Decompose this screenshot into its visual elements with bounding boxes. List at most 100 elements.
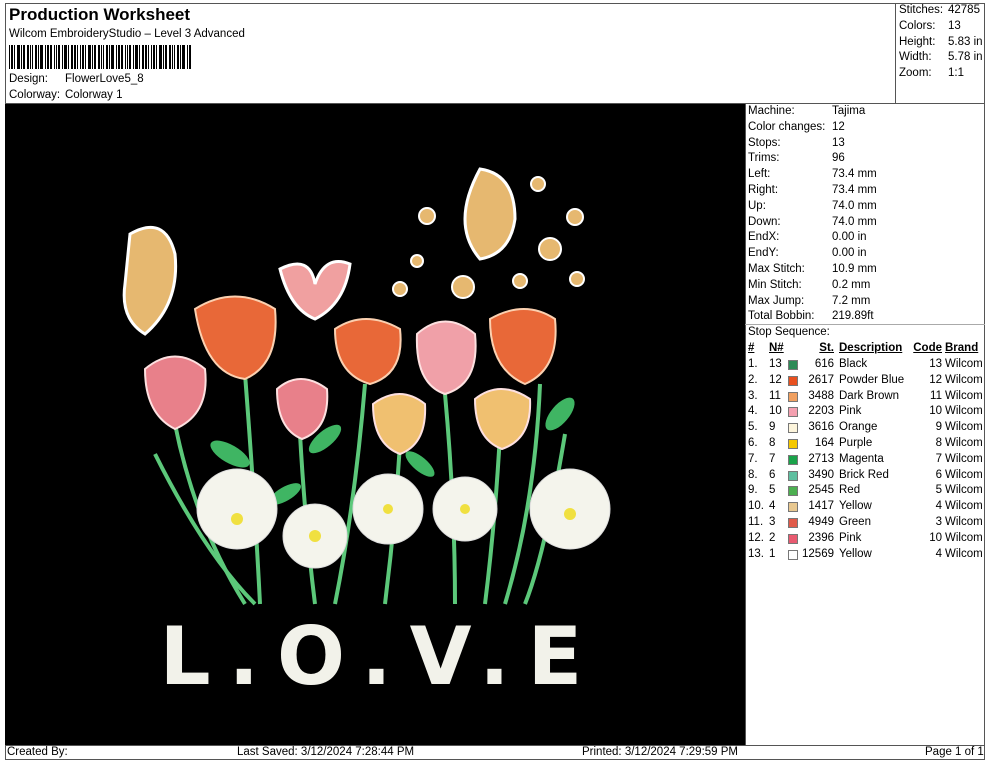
stop-row: 10. 4 1417 Yellow 4 Wilcom	[746, 500, 986, 516]
stop-row: 2. 12 2617 Powder Blue 12 Wilcom	[746, 374, 986, 390]
barcode-bar	[88, 45, 91, 69]
info-label: Down:	[748, 215, 781, 228]
color-swatch	[788, 533, 798, 544]
embroidery-artwork: L.O.V.E	[122, 167, 611, 703]
needle-number: 5	[769, 484, 776, 497]
info-value: 13	[832, 136, 845, 149]
barcode-bar	[50, 45, 52, 69]
stop-row: 7. 7 2713 Magenta 7 Wilcom	[746, 453, 986, 469]
color-swatch	[788, 518, 798, 528]
barcode-bar	[17, 45, 20, 69]
stop-row: 4. 10 2203 Pink 10 Wilcom	[746, 405, 986, 421]
stop-number: 10.	[748, 500, 764, 513]
barcode-bar	[148, 45, 149, 69]
thread-code: 8	[935, 437, 942, 449]
barcode-bar	[127, 45, 128, 69]
needle-number: 8	[769, 437, 776, 449]
design-name: FlowerLove5_8	[65, 73, 144, 85]
thread-brand: Wilcom	[945, 547, 983, 560]
barcode-bar	[133, 45, 134, 69]
color-swatch	[788, 391, 798, 402]
column-header-stitches: St.	[819, 342, 834, 354]
barcode-bar	[103, 45, 104, 69]
color-swatch	[788, 454, 798, 465]
barcode-bar	[135, 45, 138, 69]
stop-number: 7.	[748, 452, 758, 465]
stat-label: Stitches:	[899, 4, 944, 16]
printed-date: Printed: 3/12/2024 7:29:59 PM	[582, 746, 738, 758]
barcode-bar	[32, 45, 33, 69]
thread-brand: Wilcom	[945, 484, 983, 497]
barcode-bar	[121, 45, 123, 69]
barcode-bar	[153, 45, 155, 69]
info-value: 73.4 mm	[832, 168, 877, 181]
barcode-bar	[74, 45, 76, 69]
barcode-bar	[111, 45, 114, 69]
info-value: 12	[832, 120, 845, 133]
stitch-count: 2203	[808, 405, 834, 418]
stop-row: 6. 8 164 Purple 8 Wilcom	[746, 437, 986, 453]
info-value: 0.00 in	[832, 247, 867, 260]
barcode-bar	[101, 45, 102, 69]
stop-row: 11. 3 4949 Green 3 Wilcom	[746, 516, 986, 532]
color-swatch	[788, 407, 798, 418]
needle-number: 13	[769, 358, 782, 370]
barcode-bar	[21, 45, 22, 69]
barcode-bar	[142, 45, 144, 69]
thread-code: 11	[930, 389, 942, 402]
column-header-brand: Brand	[945, 342, 979, 354]
created-by: Created By:	[7, 746, 68, 758]
barcode-bar	[71, 45, 73, 69]
stitch-count: 4949	[808, 516, 834, 528]
info-value: 0.00 in	[832, 231, 867, 244]
stop-number: 3.	[748, 389, 758, 402]
stat-value: 1:1	[948, 67, 964, 80]
thread-code: 12	[929, 373, 942, 386]
stitch-count: 2396	[808, 531, 834, 544]
footer: Created By: Last Saved: 3/12/2024 7:28:4…	[5, 745, 985, 760]
thread-brand: Wilcom	[945, 389, 983, 402]
barcode-bar	[38, 45, 39, 69]
thread-description: Orange	[839, 421, 878, 434]
info-value: Tajima	[832, 105, 866, 117]
roses	[193, 295, 557, 386]
divider	[745, 324, 985, 325]
barcode-bar	[62, 45, 63, 69]
info-row: Up: 74.0 mm	[746, 200, 986, 216]
last-saved: Last Saved: 3/12/2024 7:28:44 PM	[237, 746, 415, 758]
barcode-bar	[80, 45, 81, 69]
barcode-bar	[139, 45, 140, 69]
barcode-bar	[189, 45, 191, 69]
stop-row: 8. 6 3490 Brick Red 6 Wilcom	[746, 469, 986, 485]
thread-brand: Wilcom	[945, 437, 983, 449]
barcode-bar	[68, 45, 69, 69]
barcode-bar	[163, 45, 164, 69]
barcode-bar	[9, 45, 10, 69]
info-value: 219.89ft	[832, 310, 874, 323]
color-swatch	[788, 502, 798, 513]
stop-number: 9.	[748, 484, 758, 497]
stop-number: 8.	[748, 468, 758, 481]
thread-brand: Wilcom	[945, 373, 983, 386]
stop-row: 9. 5 2545 Red 5 Wilcom	[746, 484, 986, 500]
barcode-bar	[23, 45, 25, 69]
needle-number: 11	[769, 389, 781, 402]
barcode-bar	[82, 45, 84, 69]
stop-row: 13. 1 12569 Yellow 4 Wilcom	[746, 548, 986, 564]
barcode-bar	[159, 45, 162, 69]
stop-number: 6.	[748, 437, 758, 449]
needle-number: 6	[769, 468, 776, 481]
thread-code: 4	[935, 547, 942, 560]
stat-value: 5.83 in	[948, 35, 983, 48]
stat-label: Width:	[899, 51, 932, 64]
stop-number: 12.	[748, 531, 764, 544]
info-row: Machine: Tajima	[746, 105, 986, 121]
color-swatch	[788, 470, 798, 481]
column-header-description: Description	[839, 342, 903, 354]
barcode-bar	[58, 45, 60, 69]
barcode-bar	[45, 45, 46, 69]
barcode	[9, 45, 191, 69]
stop-sequence-title: Stop Sequence:	[748, 326, 830, 338]
color-swatch	[788, 439, 798, 449]
thread-code: 9	[935, 421, 942, 434]
